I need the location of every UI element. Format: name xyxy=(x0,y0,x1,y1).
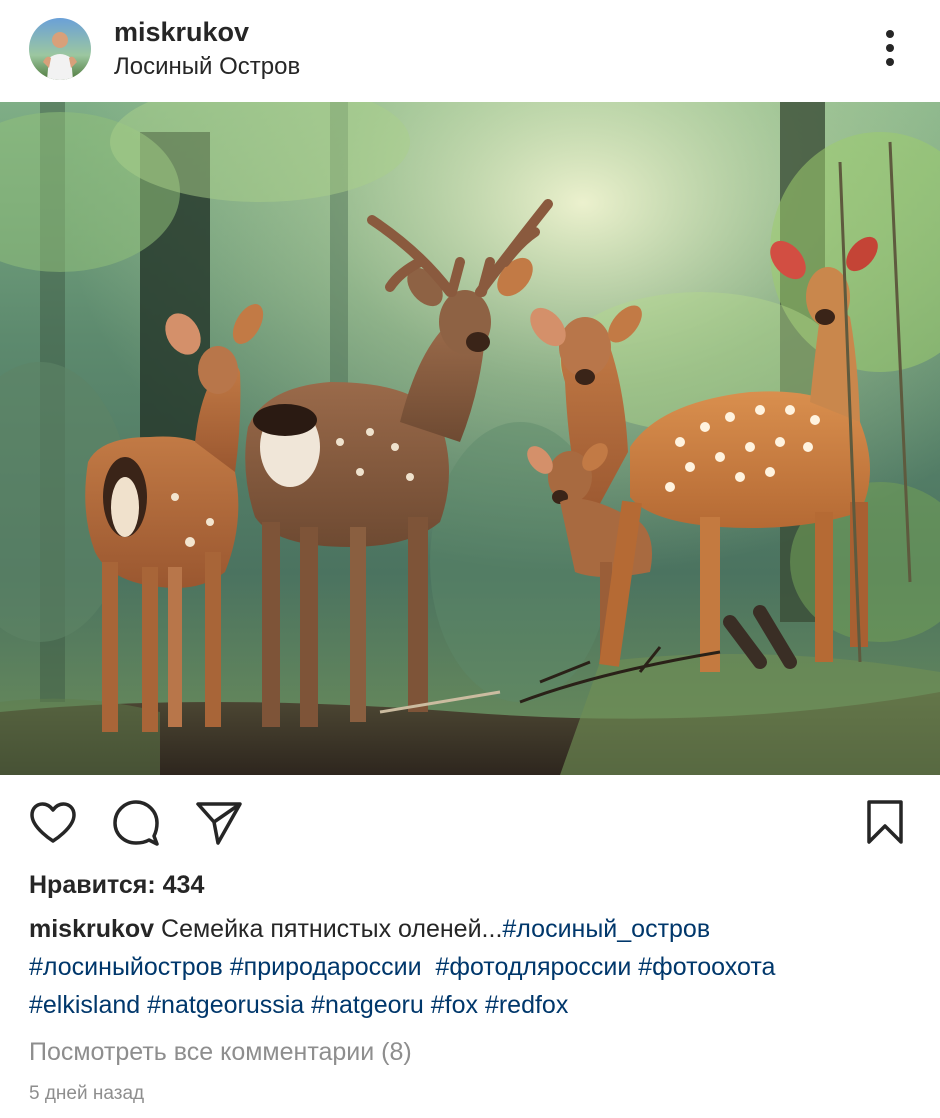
likes-count[interactable]: Нравится: 434 xyxy=(29,871,204,900)
heart-icon xyxy=(30,802,76,843)
more-vertical-icon xyxy=(886,30,894,66)
view-all-comments-link[interactable]: Посмотреть все комментарии (8) xyxy=(29,1038,412,1067)
hashtag[interactable]: #natgeoru xyxy=(311,991,424,1019)
bookmark-icon xyxy=(867,800,903,844)
caption-author[interactable]: miskrukov xyxy=(29,915,154,943)
hashtag[interactable]: #лосиныйостров xyxy=(29,953,223,981)
hashtag[interactable]: #природароссии xyxy=(230,953,422,981)
avatar[interactable] xyxy=(29,18,91,80)
hashtag[interactable]: #redfox xyxy=(485,991,568,1019)
post-photo[interactable] xyxy=(0,102,940,775)
post-header: miskrukov Лосиный Остров xyxy=(0,0,940,102)
hashtag[interactable]: #natgeorussia xyxy=(147,991,304,1019)
post-timestamp: 5 дней назад xyxy=(29,1083,145,1104)
share-button[interactable] xyxy=(194,798,244,848)
save-button[interactable] xyxy=(860,798,910,848)
hashtag[interactable]: #fox xyxy=(431,991,478,1019)
more-options-button[interactable] xyxy=(870,26,910,70)
caption-text: Семейка пятнистых оленей... xyxy=(161,915,503,943)
hashtag[interactable]: #фотоохота xyxy=(638,953,775,981)
post-username[interactable]: miskrukov xyxy=(114,17,249,48)
post-location[interactable]: Лосиный Остров xyxy=(114,53,300,81)
hashtag[interactable]: #elkisland xyxy=(29,991,140,1019)
paper-plane-icon xyxy=(196,802,242,845)
hashtag[interactable]: #фотодляроссии xyxy=(435,953,631,981)
comment-button[interactable] xyxy=(111,798,161,848)
like-button[interactable] xyxy=(28,798,78,848)
post-caption: miskrukov Семейка пятнистых оленей...#ло… xyxy=(29,910,919,1024)
comment-icon xyxy=(113,800,159,846)
hashtag[interactable]: #лосиный_остров xyxy=(502,915,710,943)
